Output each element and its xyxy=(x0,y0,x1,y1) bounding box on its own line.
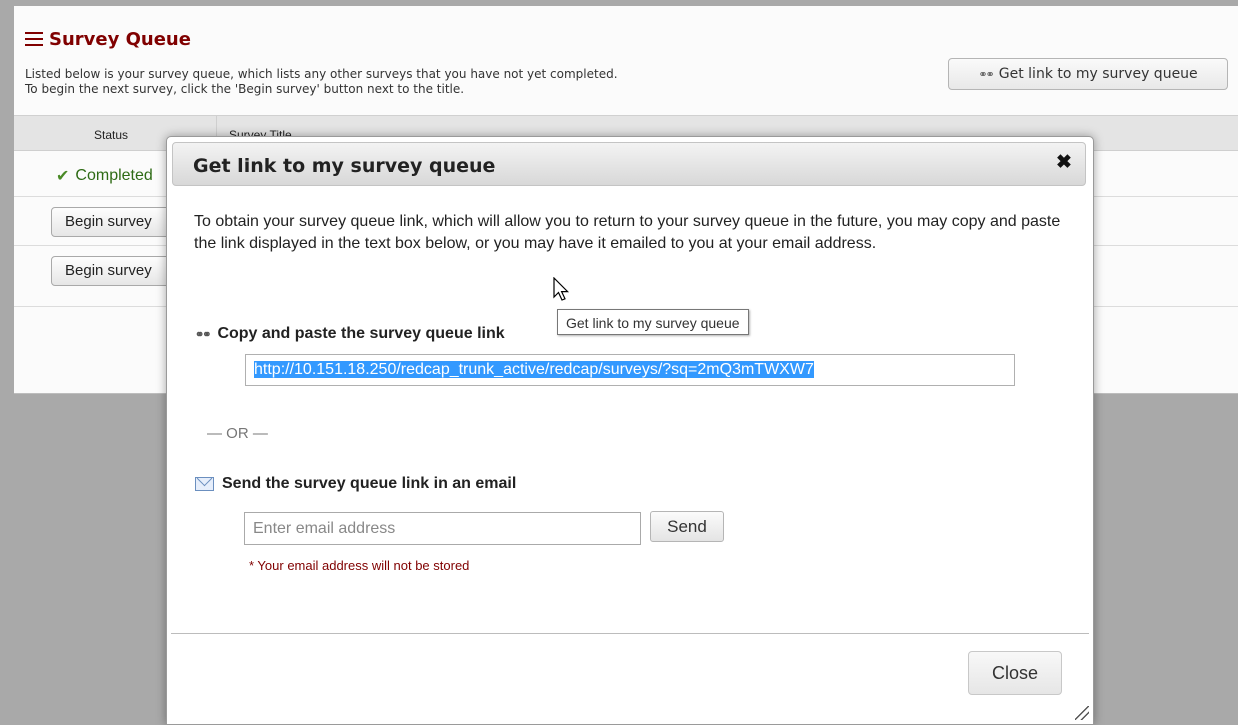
close-button[interactable]: Close xyxy=(968,651,1062,695)
page-title: Survey Queue xyxy=(25,26,191,52)
mouse-cursor-icon xyxy=(553,277,570,301)
link-icon: ⚭⚭ xyxy=(978,67,995,81)
email-link-label: Send the survey queue link in an email xyxy=(195,475,516,493)
link-icon: ⚭⚭ xyxy=(195,328,212,341)
copy-link-label: ⚭⚭ Copy and paste the survey queue link xyxy=(195,325,505,342)
status-completed: ✔ Completed xyxy=(56,167,153,185)
envelope-icon xyxy=(195,477,214,491)
column-header-status: Status xyxy=(94,128,129,142)
resize-handle-icon[interactable] xyxy=(1075,706,1089,720)
list-icon xyxy=(25,31,43,47)
survey-queue-url-field[interactable]: http://10.151.18.250/redcap_trunk_active… xyxy=(245,354,1015,386)
or-divider: — OR — xyxy=(207,425,268,442)
checkmark-icon: ✔ xyxy=(56,168,70,185)
dialog-footer-divider xyxy=(171,633,1089,634)
queue-description: Listed below is your survey queue, which… xyxy=(25,67,618,96)
email-field[interactable]: Enter email address xyxy=(244,512,641,545)
tooltip: Get link to my survey queue xyxy=(557,309,749,335)
page-title-text: Survey Queue xyxy=(49,28,191,50)
dialog-header: Get link to my survey queue ✖ xyxy=(172,142,1086,186)
close-icon[interactable]: ✖ xyxy=(1055,153,1073,172)
privacy-note: * Your email address will not be stored xyxy=(249,558,470,573)
send-button[interactable]: Send xyxy=(650,511,724,542)
dialog-intro: To obtain your survey queue link, which … xyxy=(194,213,1061,252)
get-link-dialog: Get link to my survey queue ✖ To obtain … xyxy=(166,136,1094,725)
dialog-title: Get link to my survey queue xyxy=(193,155,496,177)
get-link-button[interactable]: ⚭⚭ Get link to my survey queue xyxy=(948,58,1228,90)
